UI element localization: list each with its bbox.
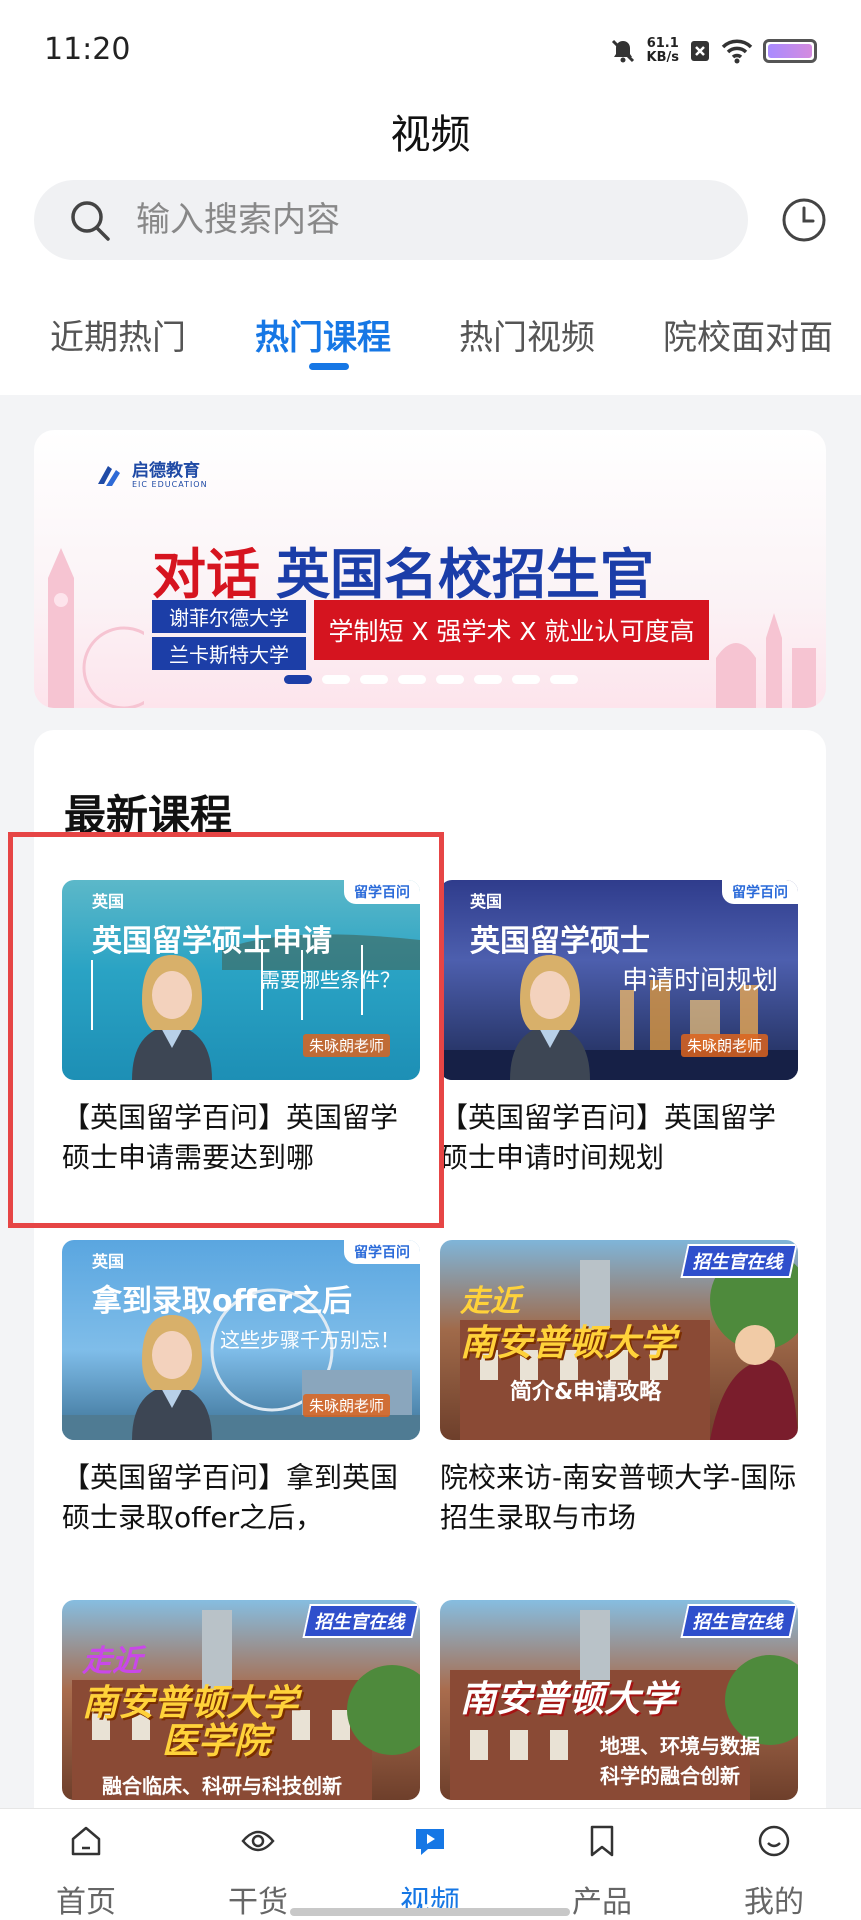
thumb-teacher-name: 朱咏朗老师 [302,1394,390,1417]
course-card[interactable]: 招生官在线 走近 南安普顿大学 医学院 融合临床、科研与科技创新 [62,1600,420,1810]
thumb-subline: 申请时间规划 [621,966,778,996]
eic-logo-icon [98,466,120,486]
tab-recent-hot[interactable]: 近期热门 [50,310,186,359]
history-clock-icon[interactable] [780,196,828,244]
thumb-line2: 南安普顿大学 [460,1679,677,1720]
course-thumbnail[interactable]: 英国 留学百问 英国留学硕士 申请时间规划 朱咏朗老师 [440,880,798,1080]
school-tag: 兰卡斯特大学 [152,637,306,670]
course-card[interactable]: 英国 留学百问 英国留学硕士 申请时间规划 朱咏朗老师 【英国留学百问】英国留学… [440,880,798,1180]
thumb-badge: 招生官在线 [680,1604,798,1638]
nav-video[interactable]: 视频 [344,1809,516,1920]
logo-text: 启德教育 [132,460,200,481]
net-speed-unit: KB/s [646,50,679,65]
thumb-series-tag: 留学百问 [722,880,798,904]
nav-label: 我的 [744,1885,804,1920]
thumb-badge: 招生官在线 [680,1244,798,1278]
bookmark-icon [590,1825,614,1857]
category-tabs: 近期热门 热门课程 热门视频 院校面对面 [0,310,861,370]
search-bar[interactable] [34,180,748,260]
nav-home[interactable]: 首页 [0,1809,172,1920]
course-card[interactable]: 英国 留学百问 拿到录取offer之后 这些步骤千万别忘！ 朱咏朗老师 【英国留… [62,1240,420,1540]
banner-headline-red: 对话 [152,543,260,606]
course-card[interactable]: 招生官在线 南安普顿大学 地理、环境与数据 科学的融合创新 [440,1600,798,1810]
thumb-country-tag: 英国 [92,1252,125,1271]
course-title[interactable]: 【英国留学百问】拿到英国硕士录取offer之后， [62,1458,420,1538]
video-chat-icon [416,1829,444,1855]
status-bar: 11:20 61.1 KB/s [0,0,861,100]
course-thumbnail[interactable]: 招生官在线 走近 南安普顿大学 简介&申请攻略 [440,1240,798,1440]
cathedral-illustration [716,613,816,708]
carousel-dot[interactable] [512,675,540,684]
tab-campus-face-to-face[interactable]: 院校面对面 [663,310,833,359]
course-thumbnail[interactable]: 招生官在线 南安普顿大学 地理、环境与数据 科学的融合创新 [440,1600,798,1800]
course-title[interactable]: 院校来访-南安普顿大学-国际招生录取与市场 [440,1458,798,1538]
eye-icon [241,1830,275,1852]
thumb-headline: 拿到录取offer之后 [92,1284,353,1319]
bottom-nav: 首页 干货 视频 产品 我的 [0,1808,861,1920]
carousel-dot[interactable] [360,675,388,684]
carousel-dot[interactable] [550,675,578,684]
nav-mine[interactable]: 我的 [688,1809,860,1920]
net-speed: 61.1 KB/s [647,37,679,65]
nav-tips[interactable]: 干货 [172,1809,344,1920]
thumb-badge: 招生官在线 [302,1604,420,1638]
banner-headline: 对话 英国名校招生官 [152,530,654,609]
logo-subtext: EIC EDUCATION [132,479,208,489]
carousel-dot[interactable] [322,675,350,684]
thumb-line2b: 医学院 [162,1721,271,1762]
carousel-dots [284,675,578,684]
course-thumbnail[interactable]: 英国 留学百问 拿到录取offer之后 这些步骤千万别忘！ 朱咏朗老师 [62,1240,420,1440]
page-title: 视频 [390,112,471,158]
thumb-subline: 这些步骤千万别忘！ [220,1328,400,1352]
thumb-series-tag: 留学百问 [344,1240,420,1264]
banner-headline-blue: 英国名校招生官 [276,543,654,606]
thumb-line3b: 科学的融合创新 [600,1764,740,1788]
nav-label: 首页 [56,1885,116,1920]
battery-icon [763,39,817,63]
course-thumbnail[interactable]: 招生官在线 走近 南安普顿大学 医学院 融合临床、科研与科技创新 [62,1600,420,1800]
teacher-photo [132,1315,212,1440]
thumb-headline: 英国留学硕士 [470,924,650,959]
smiley-icon [758,1825,790,1857]
thumb-country-tag: 英国 [470,892,503,911]
course-card[interactable]: 招生官在线 走近 南安普顿大学 简介&申请攻略 院校来访-南安普顿大学-国际招生… [440,1240,798,1540]
search-input[interactable] [136,200,696,240]
highlight-box [8,832,444,1228]
home-icon [71,1826,101,1856]
thumb-teacher-name: 朱咏朗老师 [680,1034,768,1057]
nav-products[interactable]: 产品 [516,1809,688,1920]
carousel-dot[interactable] [436,675,464,684]
thumb-line2: 南安普顿大学 [460,1323,677,1364]
carousel-dot[interactable] [398,675,426,684]
mute-bell-icon [611,39,634,63]
carousel-dot[interactable] [284,675,312,684]
thumb-line3: 简介&申请攻略 [510,1380,662,1405]
net-speed-value: 61.1 [646,36,679,51]
big-ben-illustration [48,548,144,708]
tab-hot-videos[interactable]: 热门视频 [459,310,595,359]
status-icons: 61.1 KB/s [609,34,817,68]
thumb-line3: 地理、环境与数据 [600,1734,760,1758]
banner-schools: 谢菲尔德大学 兰卡斯特大学 [152,600,306,674]
wifi-icon [721,39,753,64]
tab-hot-courses[interactable]: 热门课程 [255,310,391,359]
eic-logo: 启德教育 EIC EDUCATION [94,460,208,490]
status-time: 11:20 [44,32,131,67]
banner-carousel[interactable]: 启德教育 EIC EDUCATION 对话 英国名校招生官 谢菲尔德大学 兰卡斯特… [34,430,826,708]
thumb-line3: 融合临床、科研与科技创新 [102,1774,342,1798]
active-tab-indicator [309,363,349,370]
school-tag: 谢菲尔德大学 [152,600,306,633]
banner-slogan: 学制短 X 强学术 X 就业认可度高 [314,600,709,660]
no-sim-icon [691,41,709,61]
home-indicator [290,1908,570,1916]
teacher-photo [510,955,590,1080]
carousel-dot[interactable] [474,675,502,684]
search-icon [71,201,110,241]
course-title[interactable]: 【英国留学百问】英国留学硕士申请时间规划 [440,1098,798,1178]
